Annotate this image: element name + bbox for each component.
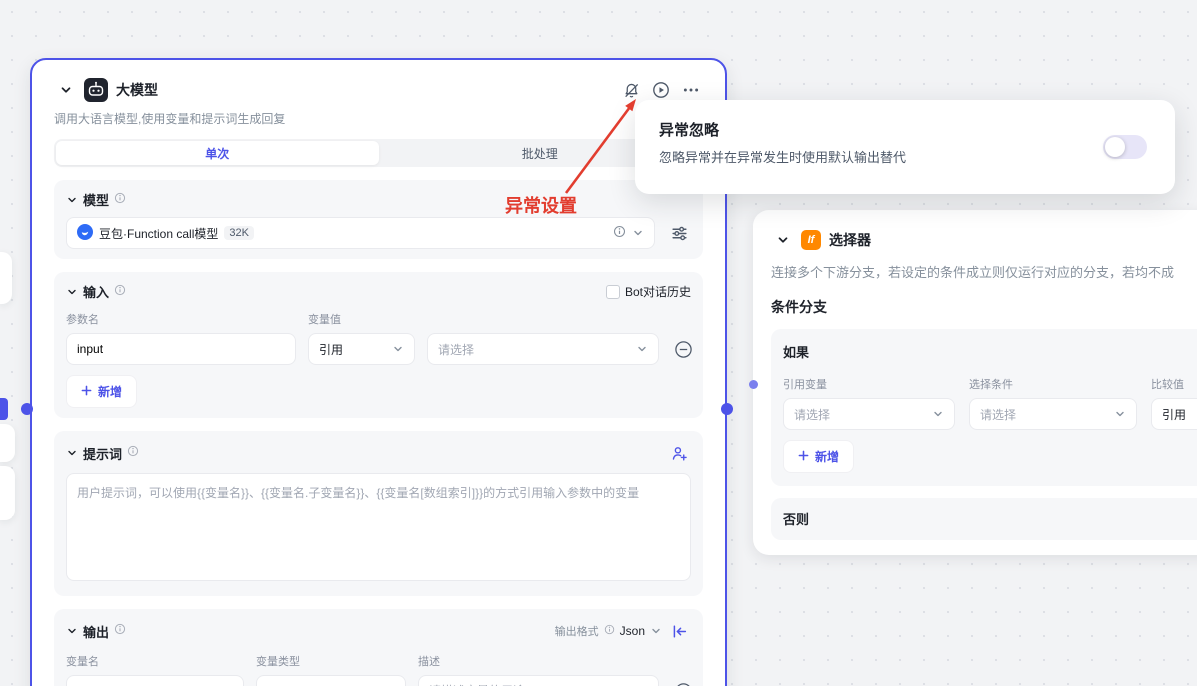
condition-row: 请选择 请选择 引用 [783,398,1197,430]
offscreen-node-fragment [0,466,15,520]
bot-history-checkbox[interactable] [606,285,620,299]
output-row: String [66,675,691,686]
section-chevron-icon[interactable] [66,625,78,637]
info-icon[interactable] [613,225,626,241]
chevron-down-icon [650,625,662,637]
param-name-input[interactable] [66,333,296,365]
collapse-chevron-icon[interactable] [54,78,78,102]
model-name: 豆包·Function call模型 [99,225,218,242]
branch-section-title: 条件分支 [771,297,1197,317]
output-type-col-label: 变量类型 [256,653,406,669]
plus-icon [81,385,92,399]
doubao-logo-icon [77,224,93,243]
chevron-down-icon [932,408,944,420]
info-icon[interactable] [114,191,126,209]
output-section: 输出 输出格式 Json 变量名 变量类型 描述 [54,609,703,686]
mode-tabbar: 单次 批处理 [54,139,703,167]
compare-value-select[interactable]: 引用 [1151,398,1197,430]
model-section: 模型 豆包·Function call模型 32K [54,180,703,259]
model-section-title: 模型 [83,190,109,209]
selector-node-title: 选择器 [829,230,871,250]
run-node-icon[interactable] [649,78,673,102]
selector-node-desc: 连接多个下游分支，若设定的条件成立则仅运行对应的分支，若均不成 [771,262,1197,281]
model-settings-icon[interactable] [667,221,691,245]
model-context-badge: 32K [224,226,254,240]
remove-row-icon[interactable] [671,679,695,686]
exception-ignore-toggle[interactable] [1103,135,1147,159]
llm-node-output-port[interactable] [721,403,733,415]
val-col-label: 比较值 [1151,376,1197,392]
if-branch-card: 如果 引用变量 选择条件 比较值 请选择 请选择 引用 [771,329,1197,486]
prompt-optimize-icon[interactable] [667,441,691,465]
prompt-section-title: 提示词 [83,444,122,463]
value-col-label: 变量值 [308,311,415,327]
selector-node-icon: If [801,230,821,250]
plus-icon [798,450,809,464]
param-col-label: 参数名 [66,311,296,327]
bot-history-label: Bot对话历史 [625,283,691,300]
collapse-chevron-icon[interactable] [771,228,795,252]
remove-row-icon[interactable] [671,337,695,361]
chevron-down-icon [632,227,644,239]
llm-node-icon [84,78,108,102]
output-section-title: 输出 [83,622,109,641]
selector-node-card[interactable]: If 选择器 连接多个下游分支，若设定的条件成立则仅运行对应的分支，若均不成 条… [753,210,1197,555]
exception-popup-title: 异常忽略 [659,119,1151,140]
cond-col-label: 选择条件 [969,376,1137,392]
model-select[interactable]: 豆包·Function call模型 32K [66,217,655,249]
value-ref-select[interactable]: 请选择 [427,333,659,365]
output-name-input[interactable] [66,675,244,686]
else-label: 否则 [783,512,809,527]
input-section: 输入 Bot对话历史 参数名 变量值 引用 请选择 [54,272,703,418]
add-condition-button[interactable]: 新增 [783,440,854,473]
else-branch-card: 否则 [771,498,1197,540]
if-label: 如果 [783,342,1197,361]
section-chevron-icon[interactable] [66,447,78,459]
input-section-title: 输入 [83,282,109,301]
exception-popup: 异常忽略 忽略异常并在异常发生时使用默认输出替代 [635,100,1175,194]
prompt-textarea[interactable] [66,473,691,581]
annotation-text: 异常设置 [505,192,577,218]
info-icon[interactable] [604,622,615,640]
input-param-row: 引用 请选择 [66,333,691,365]
ref-variable-select[interactable]: 请选择 [783,398,955,430]
exception-popup-desc: 忽略异常并在异常发生时使用默认输出替代 [659,147,1151,166]
chevron-down-icon [1114,408,1126,420]
node-subtitle: 调用大语言模型,使用变量和提示词生成回复 [54,110,703,127]
value-source-select[interactable]: 引用 [308,333,415,365]
add-input-button[interactable]: 新增 [66,375,137,408]
output-format-select[interactable]: Json [620,624,645,638]
ref-col-label: 引用变量 [783,376,955,392]
prompt-section: 提示词 [54,431,703,596]
selector-node-input-port[interactable] [749,380,758,389]
chevron-down-icon [392,343,404,355]
exception-settings-icon[interactable] [619,78,643,102]
info-icon[interactable] [114,283,126,301]
info-icon[interactable] [127,444,139,462]
node-title: 大模型 [116,80,158,100]
info-icon[interactable] [114,622,126,640]
llm-node-input-port[interactable] [21,403,33,415]
section-chevron-icon[interactable] [66,286,78,298]
output-desc-col-label: 描述 [418,653,659,669]
offscreen-node-fragment [0,398,8,420]
output-format-label: 输出格式 [555,623,599,639]
tab-single[interactable]: 单次 [56,141,379,165]
output-import-icon[interactable] [667,619,691,643]
offscreen-node-fragment [0,252,12,304]
llm-node-header: 大模型 [54,78,703,102]
chevron-down-icon [636,343,648,355]
section-chevron-icon[interactable] [66,194,78,206]
more-menu-icon[interactable] [679,78,703,102]
output-type-select[interactable]: String [256,675,406,686]
offscreen-node-fragment [0,424,15,462]
llm-node-card[interactable]: 大模型 调用大语言模型,使用变量和提示词生成回复 单次 批处理 模型 [30,58,727,686]
output-name-col-label: 变量名 [66,653,244,669]
toggle-knob [1105,137,1125,157]
condition-select[interactable]: 请选择 [969,398,1137,430]
output-desc-input[interactable] [418,675,659,686]
